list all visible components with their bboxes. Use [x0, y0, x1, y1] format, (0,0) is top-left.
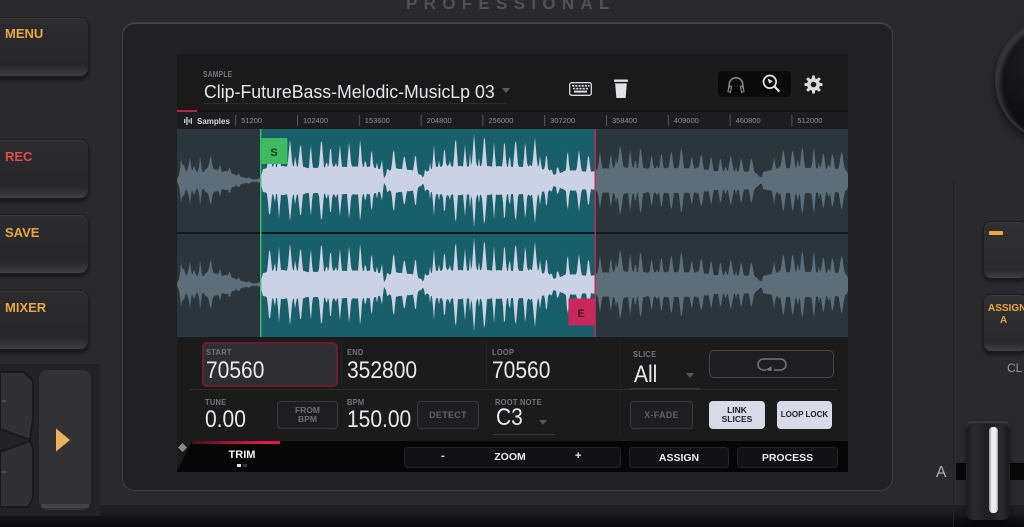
svg-text:204800: 204800: [427, 116, 452, 125]
svg-text:51200: 51200: [241, 116, 262, 125]
svg-text:153600: 153600: [365, 116, 390, 125]
svg-text:460800: 460800: [736, 116, 761, 125]
svg-text:409600: 409600: [674, 116, 699, 125]
svg-text:256000: 256000: [488, 116, 513, 125]
svg-text:102400: 102400: [303, 116, 328, 125]
svg-text:358400: 358400: [612, 116, 637, 125]
svg-text:S: S: [270, 147, 277, 159]
svg-text:512000: 512000: [797, 116, 822, 125]
svg-text:E: E: [577, 308, 584, 320]
svg-text:307200: 307200: [550, 116, 575, 125]
svg-text:Samples: Samples: [197, 117, 230, 126]
